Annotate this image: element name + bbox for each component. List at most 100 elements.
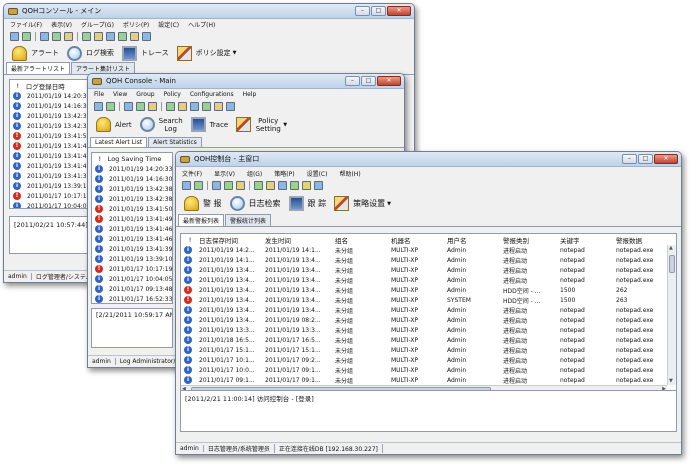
tab-alert-statistics[interactable]: Alert Statistics (148, 137, 202, 147)
list-item[interactable]: ! 2011/01/19 13:41:50 (10, 131, 88, 141)
minimize-icon[interactable]: – (622, 154, 637, 164)
export-icon[interactable] (142, 31, 151, 41)
list-icon[interactable] (124, 101, 133, 111)
save-icon[interactable] (22, 31, 31, 41)
minimize-icon[interactable]: – (345, 76, 360, 86)
refresh-icon[interactable] (254, 180, 263, 190)
menu-policy[interactable]: 策略(P) (274, 169, 294, 178)
dropdown-arrow-icon[interactable]: ▼ (283, 122, 287, 128)
tab-latest-alert-list[interactable]: Latest Alert List (90, 137, 148, 147)
list-icon[interactable] (40, 31, 49, 41)
list-item[interactable]: i 2011/01/19 13:41:46 (92, 234, 172, 244)
grid-icon[interactable] (52, 31, 61, 41)
tab-latest-alert-list[interactable]: 最新警报列表 (178, 214, 225, 226)
column-status[interactable]: ! (10, 82, 24, 90)
computer-icon[interactable] (278, 180, 287, 190)
tree-icon[interactable] (290, 180, 299, 190)
menu-group[interactable]: Group (136, 91, 154, 98)
list-item[interactable]: i 2011/01/17 09:13:48 (92, 284, 172, 294)
column-keyword[interactable]: 关键字 (558, 235, 614, 245)
table-row[interactable]: i 2011/01/17 15:1... 2011/01/17 15:1... 未分组… (181, 345, 676, 355)
list-item[interactable]: i 2011/01/19 13:39:10 (10, 181, 88, 191)
list-item[interactable]: ! 2011/01/19 13:41:50 (92, 204, 172, 214)
menu-policy[interactable]: ポリシ(P) (123, 20, 149, 29)
list-item[interactable]: ! 2011/01/19 13:41:49 (10, 141, 88, 151)
menu-group[interactable]: 组(G) (247, 169, 262, 178)
list-item[interactable]: i 2011/01/19 13:41:46 (92, 224, 172, 234)
menu-file[interactable]: File (94, 91, 104, 98)
column-log-saving-time[interactable]: 日志保存时间 (197, 235, 263, 245)
tab-alert-statistics[interactable]: 警报统计列表 (225, 214, 272, 226)
title-bar[interactable]: QOH控制台 - 主窗口 – □ ✕ (176, 152, 681, 167)
table-row[interactable]: i 2011/01/17 10:0... 2011/01/17 09:1... 未分组… (181, 365, 676, 375)
menu-settings[interactable]: 設定(C) (158, 20, 179, 29)
list-item[interactable]: i 2011/01/19 13:42:38 (10, 111, 88, 121)
scroll-down-icon[interactable]: ▼ (669, 379, 673, 384)
save-icon[interactable] (194, 180, 203, 190)
list-item[interactable]: i 2011/01/19 13:41:39 (92, 244, 172, 254)
list-item[interactable]: i 2011/01/17 10:04:05 (10, 201, 88, 208)
column-log-time[interactable]: ログ登録日時 (24, 81, 88, 91)
table-row[interactable]: i 2011/01/19 14:1... 2011/01/19 13:4... 未分组… (181, 255, 676, 265)
table-row[interactable]: i 2011/01/17 09:1... 2011/01/17 09:1... 未分组… (181, 375, 676, 385)
column-occurrence-time[interactable]: 发生时间 (263, 235, 333, 245)
export-icon[interactable] (314, 180, 323, 190)
menu-view[interactable]: 表示(V) (51, 20, 72, 29)
table-row[interactable]: i 2011/01/19 13:4... 2011/01/19 13:4... 未分组… (181, 265, 676, 275)
refresh-icon[interactable] (166, 101, 175, 111)
table-row[interactable]: i 2011/01/19 13:4... 2011/01/19 13:4... 未分组… (181, 305, 676, 315)
search-log-button[interactable]: Search Log (139, 117, 183, 133)
list-item[interactable]: i 2011/01/19 13:39:10 (92, 254, 172, 264)
list-icon[interactable] (212, 180, 221, 190)
title-bar[interactable]: QOHコンソール - メイン – □ ✕ (4, 4, 414, 19)
list-item[interactable]: i 2011/01/19 14:16:30 (10, 101, 88, 111)
menu-configurations[interactable]: Configurations (190, 91, 234, 98)
close-icon[interactable]: ✕ (377, 76, 401, 86)
table-icon[interactable] (148, 101, 157, 111)
filter-icon[interactable] (130, 31, 139, 41)
vertical-scrollbar[interactable]: ▲ ▼ (667, 245, 676, 385)
policy-setting-button[interactable]: 策略设置 ▼ (334, 196, 391, 211)
column-alert-data[interactable]: 警报数据 (614, 235, 666, 245)
table-icon[interactable] (64, 31, 73, 41)
alert-button[interactable]: Alert (96, 117, 132, 132)
close-icon[interactable]: ✕ (654, 154, 678, 164)
column-alert-type[interactable]: 警报类别 (501, 235, 558, 245)
list-item[interactable]: i 2011/01/19 13:42:38 (92, 184, 172, 194)
open-icon[interactable] (10, 31, 19, 41)
save-icon[interactable] (106, 101, 115, 111)
table-row[interactable]: i 2011/01/18 16:5... 2011/01/17 16:5... 未分组… (181, 335, 676, 345)
list-item[interactable]: i 2011/01/19 13:41:46 (10, 151, 88, 161)
menu-view[interactable]: 显示(V) (214, 169, 235, 178)
network-icon[interactable] (94, 31, 103, 41)
list-item[interactable]: ! 2011/01/17 10:17:19 (92, 264, 172, 274)
list-item[interactable]: i 2011/01/17 10:04:05 (92, 274, 172, 284)
maximize-icon[interactable]: □ (638, 154, 653, 164)
open-icon[interactable] (94, 101, 103, 111)
scroll-up-icon[interactable]: ▲ (669, 246, 673, 251)
menu-view[interactable]: View (113, 91, 127, 98)
grid-icon[interactable] (136, 101, 145, 111)
column-status[interactable]: ! (92, 155, 106, 163)
dropdown-arrow-icon[interactable]: ▼ (387, 201, 391, 207)
menu-help[interactable]: Help (243, 91, 257, 98)
column-log-saving-time[interactable]: Log Saving Time (106, 155, 172, 163)
menu-help[interactable]: ヘルプ(H) (188, 20, 215, 29)
list-item[interactable]: i 2011/01/19 13:42:38 (10, 121, 88, 131)
menu-settings[interactable]: 设置(C) (307, 169, 328, 178)
maximize-icon[interactable]: □ (371, 6, 386, 16)
tree-icon[interactable] (118, 31, 127, 41)
menu-file[interactable]: 文件(F) (182, 169, 202, 178)
refresh-icon[interactable] (82, 31, 91, 41)
menu-file[interactable]: ファイル(F) (10, 20, 42, 29)
column-status[interactable]: ! (181, 236, 197, 244)
grid-icon[interactable] (224, 180, 233, 190)
filter-icon[interactable] (214, 101, 223, 111)
network-icon[interactable] (266, 180, 275, 190)
open-icon[interactable] (182, 180, 191, 190)
trace-button[interactable]: 跟 踪 (288, 196, 326, 211)
minimize-icon[interactable]: – (355, 6, 370, 16)
dropdown-arrow-icon[interactable]: ▼ (233, 50, 237, 56)
list-item[interactable]: i 2011/01/19 14:20:33 (92, 164, 172, 174)
title-bar[interactable]: QOH Console - Main – □ ✕ (88, 74, 404, 89)
